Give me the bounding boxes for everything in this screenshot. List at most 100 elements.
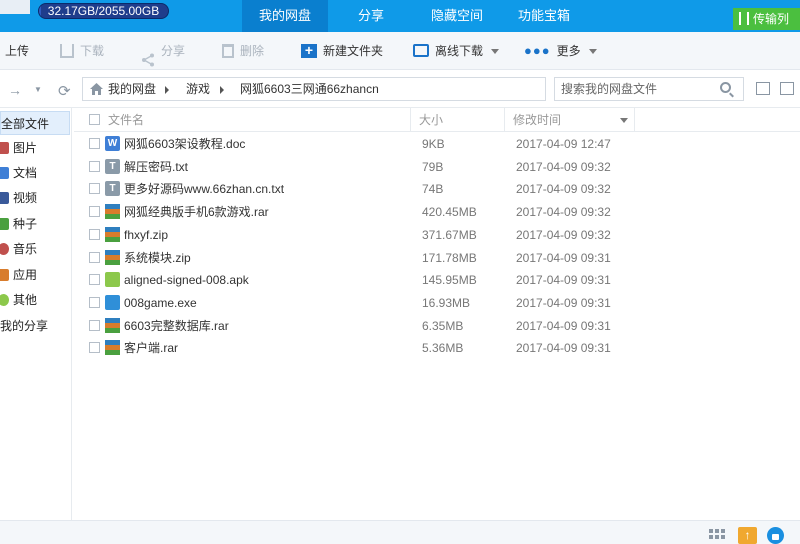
sidebar-item-apps[interactable]: 应用 xyxy=(0,263,37,287)
status-bar: ↑ xyxy=(0,520,800,544)
tab-hidden-space[interactable]: 隐藏空间 xyxy=(420,0,494,32)
file-modified-date: 2017-04-09 09:32 xyxy=(516,227,611,242)
sidebar-item-videos[interactable]: 视频 xyxy=(0,186,37,210)
sidebar-item-music[interactable]: 音乐 xyxy=(0,237,37,261)
more-button[interactable]: ●●● 更多 xyxy=(524,32,597,70)
refresh-icon[interactable]: ⟳ xyxy=(58,82,71,100)
file-row[interactable]: fhxyf.zip 371.67MB 2017-04-09 09:32 xyxy=(74,224,800,246)
archive-icon xyxy=(105,204,120,220)
file-checkbox[interactable] xyxy=(89,138,100,149)
file-name[interactable]: aligned-signed-008.apk xyxy=(124,269,249,291)
column-header-modified[interactable]: 修改时间 xyxy=(505,108,635,132)
lock-icon[interactable] xyxy=(767,527,784,544)
sidebar-item-torrents[interactable]: 种子 xyxy=(0,212,37,236)
text-file-icon: T xyxy=(105,158,120,174)
sidebar-item-label: 文档 xyxy=(13,166,38,180)
file-name[interactable]: 008game.exe xyxy=(124,292,197,314)
transfer-icon xyxy=(739,12,749,25)
tab-share[interactable]: 分享 xyxy=(340,0,402,32)
picture-icon xyxy=(0,142,9,154)
sidebar: 全部文件 图片 文档 视频 种子 音乐 应用 其他 我的分享 xyxy=(0,108,72,520)
file-name[interactable]: 更多好源码www.66zhan.cn.txt xyxy=(124,178,284,200)
sidebar-item-my-shares[interactable]: 我的分享 xyxy=(0,314,48,338)
file-checkbox[interactable] xyxy=(89,319,100,331)
forward-arrow-icon[interactable]: → xyxy=(8,82,22,98)
file-modified-date: 2017-04-09 09:31 xyxy=(516,318,611,333)
offline-download-button[interactable]: 离线下载 xyxy=(413,32,500,70)
breadcrumb-item-games[interactable]: 游戏 xyxy=(186,78,210,100)
file-row[interactable]: 网狐经典版手机6款游戏.rar 420.45MB 2017-04-09 09:32 xyxy=(74,201,800,223)
sidebar-item-other[interactable]: 其他 xyxy=(0,288,37,312)
word-document-icon: W xyxy=(105,136,120,151)
new-folder-button[interactable]: + 新建文件夹 xyxy=(301,32,383,70)
archive-icon xyxy=(105,226,120,242)
share-button[interactable]: 分享 xyxy=(141,32,185,70)
sidebar-item-label: 我的分享 xyxy=(0,319,49,333)
toolbar: 上传 下载 分享 删除 + 新建文件夹 离线下载 ●●● 更多 xyxy=(0,32,800,70)
file-checkbox[interactable] xyxy=(89,183,100,195)
sidebar-item-pictures[interactable]: 图片 xyxy=(0,136,37,160)
file-row[interactable]: 6603完整数据库.rar 6.35MB 2017-04-09 09:31 xyxy=(74,315,800,337)
other-icon xyxy=(0,294,9,306)
file-row[interactable]: 系统模块.zip 171.78MB 2017-04-09 09:31 xyxy=(74,247,800,269)
sidebar-item-label: 全部文件 xyxy=(1,117,50,131)
select-all-checkbox[interactable] xyxy=(89,114,100,125)
download-label: 下载 xyxy=(80,44,105,58)
file-row[interactable]: 008game.exe 16.93MB 2017-04-09 09:31 xyxy=(74,292,800,314)
avatar[interactable] xyxy=(0,0,30,14)
chevron-down-icon xyxy=(588,49,597,55)
file-checkbox[interactable] xyxy=(89,342,100,354)
upload-button[interactable]: 上传 xyxy=(5,32,29,70)
tab-toolbox[interactable]: 功能宝箱 xyxy=(508,0,580,32)
app-grid-icon[interactable] xyxy=(709,529,725,543)
file-row[interactable]: T 解压密码.txt 79B 2017-04-09 09:32 xyxy=(74,156,800,178)
grid-view-icon[interactable] xyxy=(780,82,794,95)
tab-my-disk[interactable]: 我的网盘 xyxy=(242,0,328,32)
delete-button[interactable]: 删除 xyxy=(222,32,264,70)
new-folder-label: 新建文件夹 xyxy=(323,44,384,58)
file-row[interactable]: T 更多好源码www.66zhan.cn.txt 74B 2017-04-09 09:… xyxy=(74,178,800,200)
more-label: 更多 xyxy=(556,44,581,58)
file-checkbox[interactable] xyxy=(89,160,100,172)
share-label: 分享 xyxy=(161,44,186,58)
search-input[interactable]: 搜索我的网盘文件 xyxy=(554,77,744,101)
history-dropdown-icon[interactable]: ▼ xyxy=(34,85,42,94)
file-row[interactable]: aligned-signed-008.apk 145.95MB 2017-04-09… xyxy=(74,269,800,291)
file-checkbox[interactable] xyxy=(89,206,100,218)
file-name[interactable]: 6603完整数据库.rar xyxy=(124,315,229,337)
download-button[interactable]: 下载 xyxy=(60,32,104,70)
file-name[interactable]: 网狐6603架设教程.doc xyxy=(124,133,245,155)
home-icon[interactable] xyxy=(90,83,103,95)
file-checkbox[interactable] xyxy=(89,296,100,308)
file-size: 371.67MB xyxy=(422,227,477,242)
file-row[interactable]: 客户端.rar 5.36MB 2017-04-09 09:31 xyxy=(74,337,800,359)
breadcrumb-item-my-disk[interactable]: 我的网盘 xyxy=(108,78,156,100)
search-icon[interactable] xyxy=(720,82,731,93)
top-bar: 32.17GB/2055.00GB 我的网盘 分享 隐藏空间 功能宝箱 传输列表 xyxy=(0,0,800,48)
file-checkbox[interactable] xyxy=(89,251,100,263)
sidebar-item-all-files[interactable]: 全部文件 xyxy=(0,111,70,135)
file-modified-date: 2017-04-09 09:31 xyxy=(516,295,611,310)
file-name[interactable]: 系统模块.zip xyxy=(124,247,191,269)
file-checkbox[interactable] xyxy=(89,274,100,286)
breadcrumb-item-current-folder[interactable]: 网狐6603三网通66zhancn xyxy=(240,78,379,100)
column-header-name[interactable]: 文件名 xyxy=(100,108,411,132)
sidebar-item-documents[interactable]: 文档 xyxy=(0,161,37,185)
file-name[interactable]: 客户端.rar xyxy=(124,337,178,359)
upload-arrow-icon[interactable]: ↑ xyxy=(738,527,757,544)
file-size: 171.78MB xyxy=(422,250,477,265)
column-header-size[interactable]: 大小 xyxy=(411,108,505,132)
delete-label: 删除 xyxy=(240,44,265,58)
torrent-icon xyxy=(0,218,9,230)
file-name[interactable]: fhxyf.zip xyxy=(124,224,168,246)
list-view-icon[interactable] xyxy=(756,82,770,95)
transfer-list-button[interactable]: 传输列表 xyxy=(733,8,800,48)
file-name[interactable]: 解压密码.txt xyxy=(124,156,188,178)
file-checkbox[interactable] xyxy=(89,228,100,240)
sidebar-item-label: 图片 xyxy=(13,141,38,155)
breadcrumb: 我的网盘 游戏 网狐6603三网通66zhancn xyxy=(82,77,546,101)
breadcrumb-separator-icon xyxy=(165,86,169,94)
file-row[interactable]: W 网狐6603架设教程.doc 9KB 2017-04-09 12:47 xyxy=(74,133,800,155)
file-modified-date: 2017-04-09 12:47 xyxy=(516,137,611,151)
file-name[interactable]: 网狐经典版手机6款游戏.rar xyxy=(124,201,269,223)
